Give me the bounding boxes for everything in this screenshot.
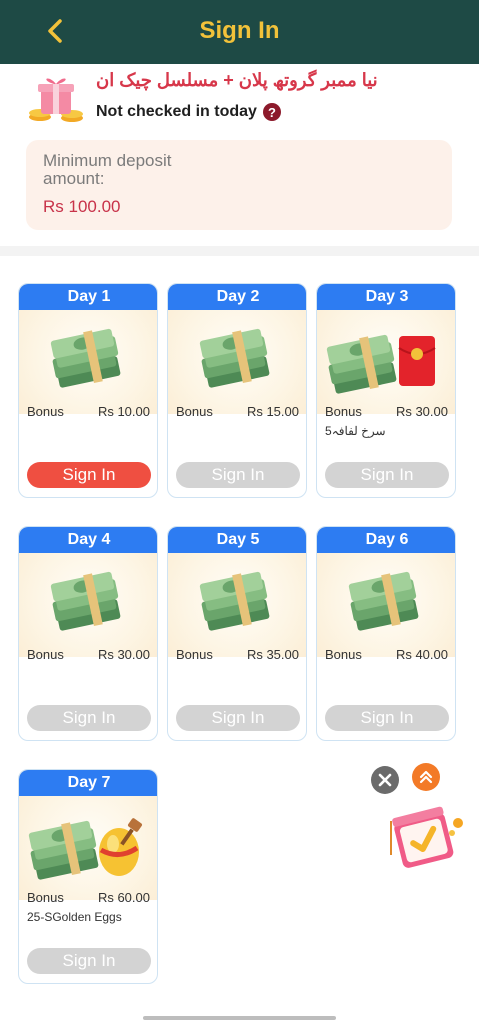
day-label: Day 4 — [19, 527, 157, 553]
promo-title: نیا ممبر گروتھ پلان + مسلسل چیک ان — [96, 70, 378, 90]
day-card-2: Day 2 Bonus Rs 15.00 Sign In — [167, 283, 307, 498]
close-icon — [378, 773, 392, 787]
cash-stack-icon — [25, 820, 105, 889]
checkin-status: Not checked in today ? — [96, 103, 281, 121]
bonus-value: Rs 10.00 — [97, 404, 150, 419]
bonus-label: Bonus — [325, 647, 362, 662]
cash-stack-icon — [196, 571, 276, 640]
sign-in-button[interactable]: Sign In — [325, 705, 449, 731]
day-card-1: Day 1 Bonus Rs 10.00 Sign In — [18, 283, 158, 498]
question-icon[interactable]: ? — [262, 103, 281, 121]
day-label: Day 3 — [317, 284, 455, 310]
top-app-bar: Sign In — [0, 0, 479, 64]
sign-in-button[interactable]: Sign In — [176, 705, 300, 731]
deposit-label: Minimum deposit amount: — [43, 151, 172, 188]
bonus-value: Rs 15.00 — [246, 404, 299, 419]
bonus-label: Bonus — [27, 890, 64, 905]
cash-stack-icon — [196, 328, 276, 397]
minimum-deposit-box: Minimum deposit amount: Rs 100.00 — [26, 140, 452, 230]
cash-stack-icon — [47, 571, 127, 640]
sign-in-button[interactable]: Sign In — [176, 462, 300, 488]
day-label: Day 1 — [19, 284, 157, 310]
home-indicator — [143, 1016, 336, 1020]
day-card-6: Day 6 Bonus Rs 40.00 Sign In — [316, 526, 456, 741]
golden-egg-icon — [95, 816, 147, 883]
day-label: Day 7 — [19, 770, 157, 796]
page-title: Sign In — [199, 17, 280, 44]
day-card-3: Day 3 Bonus Rs 30.00 سرخ لفافہ5 Sign In — [316, 283, 456, 498]
bonus-label: Bonus — [325, 404, 362, 419]
sign-in-button[interactable]: Sign In — [325, 462, 449, 488]
double-chevron-up-icon — [419, 770, 433, 784]
bonus-value: Rs 35.00 — [246, 647, 299, 662]
section-divider — [0, 246, 479, 256]
extra-reward: سرخ لفافہ5 — [325, 424, 386, 438]
bonus-value: Rs 40.00 — [395, 647, 448, 662]
bonus-value: Rs 30.00 — [395, 404, 448, 419]
red-envelope-icon — [397, 334, 437, 393]
day-card-4: Day 4 Bonus Rs 30.00 Sign In — [18, 526, 158, 741]
day-label: Day 5 — [168, 527, 306, 553]
bonus-label: Bonus — [27, 404, 64, 419]
bonus-label: Bonus — [27, 647, 64, 662]
checkin-status-text: Not checked in today — [96, 103, 257, 120]
extra-reward: 25-SGolden Eggs — [27, 910, 122, 924]
gift-coins-icon — [29, 78, 83, 122]
day-card-5: Day 5 Bonus Rs 35.00 Sign In — [167, 526, 307, 741]
bonus-label: Bonus — [176, 404, 213, 419]
close-floating-button[interactable] — [371, 766, 399, 794]
cash-stack-icon — [323, 334, 403, 403]
scroll-up-button[interactable] — [412, 763, 440, 791]
sign-in-button[interactable]: Sign In — [27, 705, 151, 731]
bonus-value: Rs 60.00 — [97, 890, 150, 905]
gift-box-icon[interactable] — [386, 803, 466, 873]
day-card-7: Day 7 Bonus Rs 60.00 25-SGolden Eggs Sig… — [18, 769, 158, 984]
cash-stack-icon — [47, 328, 127, 397]
sign-in-button[interactable]: Sign In — [27, 462, 151, 488]
cash-stack-icon — [345, 571, 425, 640]
sign-in-button[interactable]: Sign In — [27, 948, 151, 974]
bonus-value: Rs 30.00 — [97, 647, 150, 662]
day-label: Day 6 — [317, 527, 455, 553]
deposit-value: Rs 100.00 — [43, 197, 121, 216]
day-label: Day 2 — [168, 284, 306, 310]
bonus-label: Bonus — [176, 647, 213, 662]
